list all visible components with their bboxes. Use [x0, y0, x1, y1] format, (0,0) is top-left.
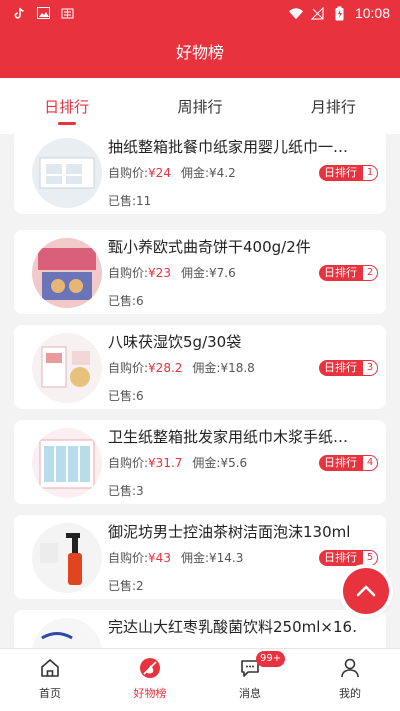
commission-label: 佣金: [180, 166, 209, 180]
product-title: 御泥坊男士控油茶树洁面泡沫130ml [108, 523, 351, 541]
product-image [32, 333, 102, 403]
sold-label: 已售: [108, 389, 137, 403]
sold-count: 6 [136, 294, 144, 308]
self-buy-label: 自购价: [108, 551, 149, 565]
self-buy-price: ¥31.7 [148, 456, 183, 470]
message-count-badge: 99+ [256, 651, 286, 667]
rank-badge: 日排行 3 [319, 359, 378, 377]
tab-daily[interactable]: 日排行 [0, 78, 133, 134]
nav-hot-list-label: 好物榜 [133, 687, 167, 700]
tiktok-icon [12, 6, 26, 20]
ranking-tabs: 日排行 周排行 月排行 [0, 78, 400, 134]
rank-badge: 日排行 1 [319, 164, 378, 182]
sold-count: 3 [136, 484, 144, 498]
rank-number: 2 [362, 265, 378, 281]
bottom-nav: 首页 好物榜 99+ 消息 我的 [0, 648, 400, 711]
no-signal-icon [311, 6, 325, 20]
back-to-top-button[interactable] [343, 568, 389, 614]
rank-badge-label: 日排行 [319, 360, 362, 376]
rank-number: 4 [362, 455, 378, 471]
commission-label: 佣金: [180, 266, 209, 280]
user-icon [339, 657, 361, 679]
commission-label: 佣金: [180, 551, 209, 565]
product-card[interactable]: 完达山大红枣乳酸菌饮料250ml×16… [14, 610, 386, 648]
rank-number: 5 [362, 550, 378, 566]
product-card[interactable]: 抽纸整箱批餐巾纸家用婴儿纸巾一… 自购价:¥24 佣金:¥4.2 已售:11 日排… [14, 134, 386, 214]
sold-label: 已售: [108, 579, 137, 593]
product-card[interactable]: 卫生纸整箱批发家用纸巾木浆手纸… 自购价:¥31.7 佣金:¥5.6 已售:3 日… [14, 420, 386, 504]
page-title: 好物榜 [0, 28, 400, 78]
self-buy-label: 自购价: [108, 361, 149, 375]
commission-label: 佣金: [192, 361, 221, 375]
nav-home-label: 首页 [39, 687, 61, 700]
notification-app-icon [60, 6, 74, 20]
sold-count: 11 [136, 194, 152, 208]
rank-badge-label: 日排行 [319, 265, 362, 281]
self-buy-label: 自购价: [108, 266, 149, 280]
tab-monthly[interactable]: 月排行 [267, 78, 400, 134]
product-card[interactable]: 甄小养欧式曲奇饼干400g/2件 自购价:¥23 佣金:¥7.6 已售:6 日排行… [14, 230, 386, 314]
commission-label: 佣金: [192, 456, 221, 470]
rank-badge: 日排行 5 [319, 549, 378, 567]
sold-count: 6 [136, 389, 144, 403]
tab-weekly[interactable]: 周排行 [133, 78, 266, 134]
commission-value: ¥7.6 [209, 266, 236, 280]
product-image [32, 618, 102, 648]
sold-label: 已售: [108, 484, 137, 498]
rank-badge: 日排行 4 [319, 454, 378, 472]
commission-value: ¥5.6 [220, 456, 248, 470]
self-buy-price: ¥43 [148, 551, 171, 565]
product-card[interactable]: 御泥坊男士控油茶树洁面泡沫130ml 自购价:¥43 佣金:¥14.3 已售:2 … [14, 515, 386, 599]
nav-profile-label: 我的 [339, 687, 361, 700]
self-buy-label: 自购价: [108, 166, 149, 180]
nav-home[interactable]: 首页 [0, 649, 100, 711]
rank-badge-label: 日排行 [319, 455, 362, 471]
sold-label: 已售: [108, 194, 137, 208]
hot-icon [139, 657, 161, 679]
home-icon [39, 657, 61, 679]
rank-badge: 日排行 2 [319, 264, 378, 282]
self-buy-label: 自购价: [108, 456, 149, 470]
commission-value: ¥14.3 [209, 551, 244, 565]
product-card[interactable]: 八味茯湿饮5g/30袋 自购价:¥28.2 佣金:¥18.8 已售:6 日排行 3 [14, 325, 386, 409]
nav-profile[interactable]: 我的 [300, 649, 400, 711]
product-image [32, 523, 102, 593]
status-time: 10:08 [354, 5, 390, 21]
product-title: 抽纸整箱批餐巾纸家用婴儿纸巾一… [108, 138, 349, 156]
nav-hot-list[interactable]: 好物榜 [100, 649, 200, 711]
product-image [32, 238, 102, 308]
sold-count: 2 [136, 579, 144, 593]
product-title: 卫生纸整箱批发家用纸巾木浆手纸… [108, 428, 349, 446]
product-title: 八味茯湿饮5g/30袋 [108, 333, 242, 351]
product-title: 完达山大红枣乳酸菌饮料250ml×16… [108, 618, 358, 636]
self-buy-price: ¥28.2 [148, 361, 183, 375]
product-title: 甄小养欧式曲奇饼干400g/2件 [108, 238, 311, 256]
commission-value: ¥18.8 [220, 361, 255, 375]
self-buy-price: ¥24 [148, 166, 171, 180]
product-image [32, 428, 102, 498]
commission-value: ¥4.2 [209, 166, 236, 180]
nav-messages[interactable]: 99+ 消息 [200, 649, 300, 711]
product-list[interactable]: 抽纸整箱批餐巾纸家用婴儿纸巾一… 自购价:¥24 佣金:¥4.2 已售:11 日排… [0, 134, 400, 648]
product-image [32, 138, 102, 208]
status-bar: 10:08 [0, 0, 400, 28]
self-buy-price: ¥23 [148, 266, 171, 280]
battery-icon [333, 6, 347, 20]
rank-badge-label: 日排行 [319, 165, 362, 181]
gallery-icon [36, 6, 50, 20]
chevron-up-icon [356, 585, 376, 597]
rank-number: 1 [362, 165, 378, 181]
rank-badge-label: 日排行 [319, 550, 362, 566]
wifi-icon [288, 6, 303, 20]
sold-label: 已售: [108, 294, 137, 308]
nav-messages-label: 消息 [239, 687, 261, 700]
rank-number: 3 [362, 360, 378, 376]
